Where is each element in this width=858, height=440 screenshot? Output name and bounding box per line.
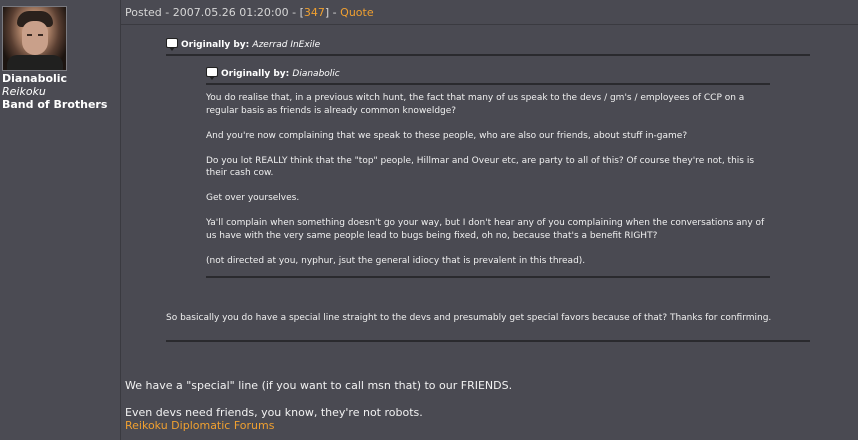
inner-quote-paragraph: Do you lot REALLY think that the "top" p… xyxy=(206,155,755,179)
inner-quote-paragraph: Get over yourselves. xyxy=(206,193,300,203)
avatar-eye-right xyxy=(38,34,43,36)
post-body: We have a "special" line (if you want to… xyxy=(125,379,845,420)
inner-quote-paragraph: You do realise that, in a previous witch… xyxy=(206,93,745,116)
author-panel: Dianabolic Reikoku Band of Brothers xyxy=(0,0,121,440)
speech-bubble-icon xyxy=(166,38,178,51)
speech-bubble-icon xyxy=(206,67,218,80)
author-alliance: Band of Brothers xyxy=(2,98,108,111)
inner-quote-top-rule xyxy=(206,83,770,85)
author-avatar[interactable] xyxy=(2,6,67,71)
forum-post: Dianabolic Reikoku Band of Brothers Post… xyxy=(0,0,858,440)
outer-quote-label: Originally by: xyxy=(181,40,250,50)
inner-quote-paragraph: (not directed at you, nyphur, jsut the g… xyxy=(206,255,586,266)
post-timestamp: 2007.05.26 01:20:00 xyxy=(172,6,289,19)
author-corporation: Reikoku xyxy=(2,85,46,98)
avatar-eye-left xyxy=(27,34,32,36)
author-name[interactable]: Dianabolic xyxy=(2,72,67,85)
quote-link[interactable]: Quote xyxy=(340,6,373,19)
header-divider xyxy=(121,24,858,25)
reply-line: We have a "special" line (if you want to… xyxy=(125,379,513,392)
inner-quote-body: You do realise that, in a previous witch… xyxy=(206,92,772,280)
posted-prefix: Posted - xyxy=(125,6,173,19)
outer-quote-body: So basically you do have a special line … xyxy=(166,313,772,323)
avatar-face xyxy=(22,21,48,55)
inner-quote-paragraph: And you're now complaining that we speak… xyxy=(206,130,688,141)
inner-quote-label: Originally by: xyxy=(221,69,290,79)
outer-quote-author: Azerrad InExile xyxy=(252,40,321,50)
reply-line: Even devs need friends, you know, they'r… xyxy=(125,406,423,419)
post-number-open: - [ xyxy=(288,6,304,19)
post-number-close: ] - xyxy=(324,6,341,19)
inner-quote-header: Originally by: Dianabolic xyxy=(206,67,340,80)
inner-quote-author: Dianabolic xyxy=(292,69,340,79)
signature-link[interactable]: Reikoku Diplomatic Forums xyxy=(125,419,274,432)
outer-quote-top-rule xyxy=(166,54,810,56)
inner-quote-bottom-rule xyxy=(206,276,770,278)
outer-quote-bottom-rule xyxy=(166,340,810,342)
avatar-collar xyxy=(7,55,63,70)
inner-quote-paragraph: Ya'll complain when something doesn't go… xyxy=(206,218,765,241)
post-header: Posted - 2007.05.26 01:20:00 - [347] - Q… xyxy=(125,6,374,19)
outer-quote-header: Originally by: Azerrad InExile xyxy=(166,38,321,51)
post-number-link[interactable]: 347 xyxy=(304,6,325,19)
